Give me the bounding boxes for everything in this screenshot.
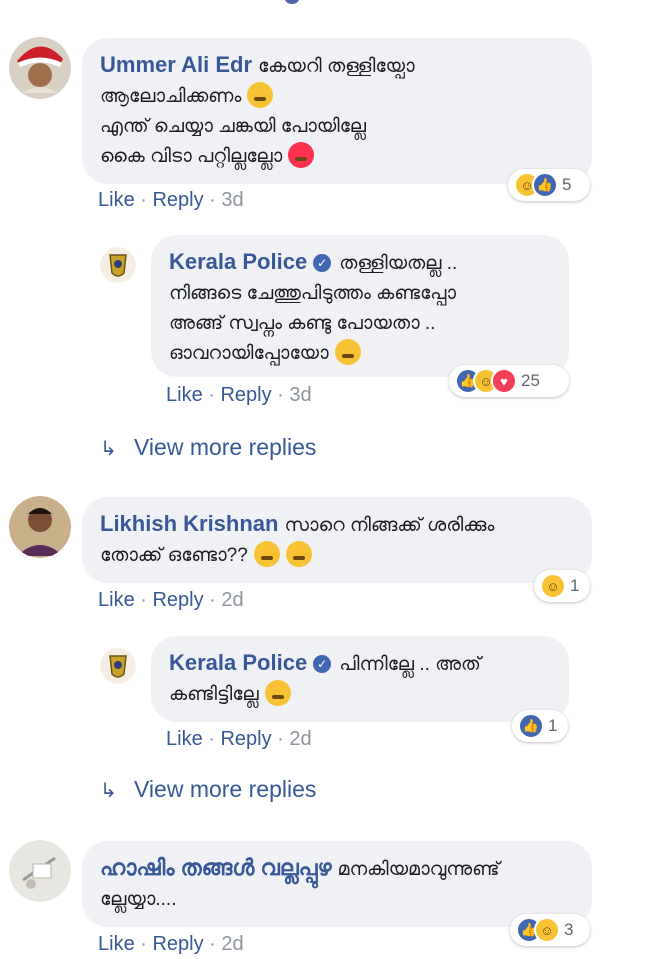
reply-arrow-icon: ↳ — [100, 438, 117, 460]
comment-text: തള്ളിയതല്ല .. — [339, 253, 458, 274]
comment-actions: Like · Reply · 2d — [98, 589, 244, 611]
comment-actions: Like · Reply · 3d — [98, 189, 244, 211]
verified-badge-icon: ✓ — [313, 655, 332, 673]
reply-bubble: Kerala Police ✓ തള്ളിയതല്ല .. നിങ്ങടെ ചേത്… — [151, 235, 569, 377]
reaction-summary[interactable]: 👍 ☺ ♥ 25 — [449, 365, 569, 397]
reaction-summary[interactable]: 👍 ☺ 3 — [510, 914, 590, 946]
like-reaction-icon: 👍 — [518, 713, 544, 739]
timestamp[interactable]: 3d — [221, 189, 243, 211]
comment-actions: Like · Reply · 3d — [166, 384, 312, 406]
comment-text: ല്ലേയ്യാ.... — [100, 889, 177, 910]
comment-actions: Like · Reply · 2d — [166, 728, 312, 750]
pensive-emoji-icon — [334, 339, 361, 365]
comment-text: പിന്നില്ലേ .. അത് — [339, 654, 481, 675]
view-more-replies-link[interactable]: ↳ View more replies — [100, 776, 316, 803]
comment-text: കൈ വിടാ പറ്റില്ലല്ലോ — [100, 146, 283, 167]
grinning-emoji-icon — [285, 541, 312, 567]
like-link[interactable]: Like — [98, 189, 135, 211]
comment-text: സാറെ നിങ്ങക്ക് ശരിക്കും — [284, 515, 495, 536]
view-more-replies-link[interactable]: ↳ View more replies — [100, 434, 316, 461]
comment-text: എന്ത് ചെയ്യാ ചങ്കയി പോയില്ലേ — [100, 116, 366, 137]
reply-arrow-icon: ↳ — [100, 780, 117, 802]
kerala-police-avatar[interactable] — [100, 648, 136, 684]
comment-bubble: ഹാഷിം തങ്ങൾ വല്ലപ്പുഴ മനകിയമാവുന്നുണ്ട് ല… — [82, 841, 592, 927]
reaction-count: 25 — [521, 371, 540, 390]
timestamp[interactable]: 2d — [221, 933, 243, 955]
previous-comment-remnant — [285, 0, 299, 4]
reaction-summary[interactable]: ☺ 1 — [534, 570, 590, 602]
like-link[interactable]: Like — [166, 728, 203, 750]
reply-bubble: Kerala Police ✓ പിന്നില്ലേ .. അത് കണ്ടിട്ട… — [151, 636, 569, 722]
reaction-count: 3 — [564, 920, 574, 939]
comment-text: മനകിയമാവുന്നുണ്ട് — [337, 859, 500, 880]
reaction-summary[interactable]: 👍 1 — [512, 710, 568, 742]
reply-link[interactable]: Reply — [220, 384, 271, 406]
comment-text: ആലോചിക്കണം — [100, 86, 242, 107]
comment-author[interactable]: Ummer Ali Edr — [100, 52, 252, 77]
comment-text: നിങ്ങടെ ചേത്തുപിടുത്തം കണ്ടപ്പോ — [169, 283, 457, 304]
sleepy-emoji-icon — [253, 541, 280, 567]
reaction-count: 5 — [562, 175, 572, 194]
reply-link[interactable]: Reply — [152, 589, 203, 611]
expressionless-emoji-icon — [247, 82, 274, 108]
comment-author[interactable]: Kerala Police — [169, 249, 307, 274]
comment-text: അങ്ങ് സ്വപ്നം കണ്ടു പോയതാ .. — [169, 313, 436, 334]
timestamp[interactable]: 2d — [221, 589, 243, 611]
avatar[interactable] — [9, 37, 71, 99]
haha-reaction-icon: ☺ — [540, 573, 566, 599]
like-reaction-icon: 👍 — [532, 172, 558, 198]
comment-text: തോക്ക് ഒണ്ടോ?? — [100, 545, 248, 566]
love-reaction-icon: ♥ — [491, 368, 517, 394]
heart-eyes-emoji-icon — [288, 142, 315, 168]
like-link[interactable]: Like — [98, 589, 135, 611]
like-link[interactable]: Like — [166, 384, 203, 406]
like-link[interactable]: Like — [98, 933, 135, 955]
reply-link[interactable]: Reply — [152, 189, 203, 211]
reaction-count: 1 — [548, 716, 558, 735]
grinning-emoji-icon — [264, 680, 291, 706]
haha-reaction-icon: ☺ — [534, 917, 560, 943]
comment-bubble: Ummer Ali Edr കേയറി തള്ളിയ്പോ ആലോചിക്കണം … — [82, 38, 592, 184]
reaction-summary[interactable]: ☺ 👍 5 — [508, 169, 590, 201]
comment-text: കണ്ടിട്ടില്ലേ — [169, 684, 259, 705]
kerala-police-avatar[interactable] — [100, 247, 136, 283]
timestamp[interactable]: 3d — [289, 384, 311, 406]
verified-badge-icon: ✓ — [313, 254, 332, 272]
comment-actions: Like · Reply · 2d — [98, 933, 244, 955]
reply-link[interactable]: Reply — [152, 933, 203, 955]
comment-text: കേയറി തള്ളിയ്പോ — [258, 56, 415, 77]
comment-author[interactable]: Likhish Krishnan — [100, 511, 278, 536]
avatar[interactable] — [9, 496, 71, 558]
comment-bubble: Likhish Krishnan സാറെ നിങ്ങക്ക് ശരിക്കും … — [82, 497, 592, 583]
comment-author[interactable]: ഹാഷിം തങ്ങൾ വല്ലപ്പുഴ — [100, 855, 332, 880]
comment-author[interactable]: Kerala Police — [169, 650, 307, 675]
reply-link[interactable]: Reply — [220, 728, 271, 750]
comment-text: ഓവറായിപ്പോയോ — [169, 343, 329, 364]
timestamp[interactable]: 2d — [289, 728, 311, 750]
reaction-count: 1 — [570, 576, 580, 595]
avatar[interactable] — [9, 840, 71, 902]
